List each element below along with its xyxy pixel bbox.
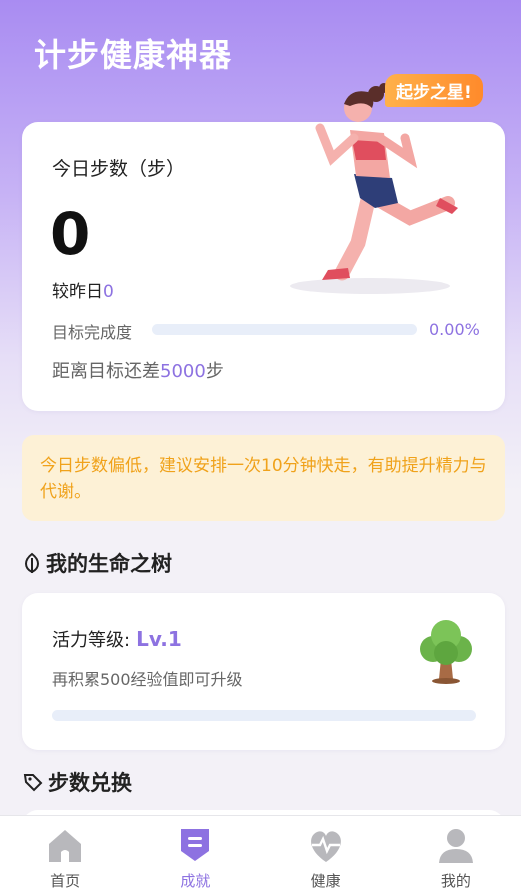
achievement-icon (181, 829, 210, 861)
goal-progress-bar (152, 324, 417, 335)
exchange-section-label: 步数兑换 (48, 771, 132, 795)
life-tree-card[interactable]: 活力等级: Lv.1 再积累500经验值即可升级 (22, 593, 505, 750)
tab-home-label: 首页 (50, 872, 81, 890)
remaining-suffix: 步 (205, 361, 224, 382)
compare-label: 较昨日 (52, 282, 103, 302)
upgrade-hint: 再积累500经验值即可升级 (52, 670, 243, 689)
tree-icon (420, 620, 472, 684)
achievement-badge: 起步之星! (385, 74, 483, 107)
app-title: 计步健康神器 (34, 36, 233, 74)
tab-health-label: 健康 (310, 872, 341, 890)
goal-percent: 0.00% (429, 320, 480, 339)
tab-profile-label: 我的 (440, 872, 471, 890)
user-icon (438, 829, 473, 863)
tree-section-label: 我的生命之树 (46, 552, 172, 576)
tab-achievement[interactable]: 成就 (130, 816, 260, 893)
tab-achievement-label: 成就 (180, 872, 211, 890)
runner-illustration (290, 83, 458, 294)
exchange-section-title: 步数兑换 (22, 767, 132, 797)
remaining-prefix: 距离目标还差 (52, 361, 160, 382)
remaining-steps: 距离目标还差5000步 (52, 357, 224, 383)
heart-icon (310, 831, 341, 862)
level-value: Lv.1 (136, 627, 182, 651)
health-tip: 今日步数偏低，建议安排一次10分钟快走，有助提升精力与代谢。 (22, 435, 505, 521)
vitality-label: 活力等级: (52, 630, 131, 651)
goal-label: 目标完成度 (52, 323, 133, 342)
yesterday-compare: 较昨日0 (52, 277, 114, 302)
tab-health[interactable]: 健康 (261, 816, 391, 893)
today-steps-value: 0 (50, 200, 91, 268)
home-icon (49, 830, 82, 862)
bottom-tab-bar: 首页 成就 健康 我的 (0, 815, 521, 893)
tree-section-title: 我的生命之树 (22, 548, 172, 578)
leaf-icon (25, 552, 39, 574)
vitality-level: 活力等级: Lv.1 (52, 626, 182, 652)
remaining-value: 5000 (160, 361, 206, 382)
tab-home[interactable]: 首页 (0, 816, 130, 893)
tab-profile[interactable]: 我的 (391, 816, 521, 893)
compare-value: 0 (103, 282, 114, 302)
tree-progress-bar (52, 710, 476, 721)
today-steps-label: 今日步数（步） (52, 158, 186, 180)
tag-icon (23, 774, 43, 792)
